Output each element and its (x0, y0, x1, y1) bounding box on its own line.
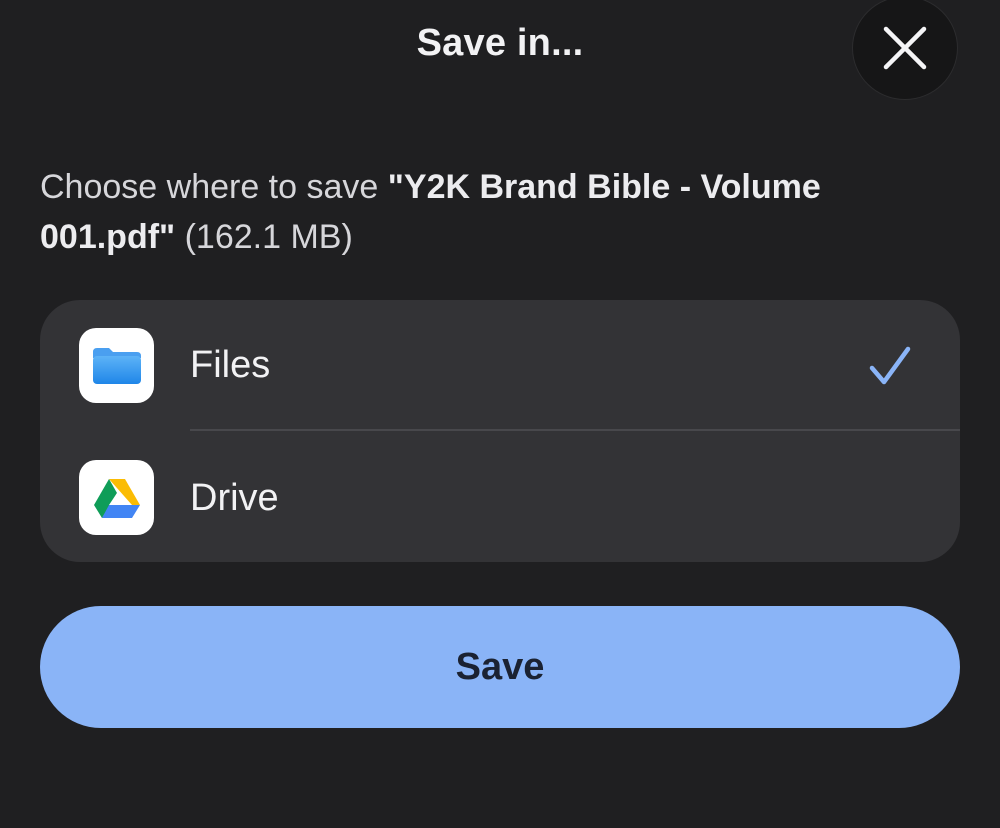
close-icon (883, 26, 927, 70)
file-size: (162.1 MB) (175, 218, 353, 256)
files-folder-icon (92, 347, 141, 384)
description-prefix: Choose where to save (40, 168, 388, 206)
option-files-label: Files (190, 344, 271, 386)
option-drive[interactable]: Drive (40, 431, 960, 562)
google-drive-icon (93, 478, 140, 518)
save-description: Choose where to save "Y2K Brand Bible - … (40, 162, 940, 262)
option-files[interactable]: Files (40, 300, 960, 431)
checkmark-icon (869, 346, 911, 385)
save-dialog: Save in... Choose where to save "Y2K Bra… (0, 0, 1000, 828)
files-app-icon (79, 328, 154, 403)
save-location-list: Files Drive (40, 300, 960, 562)
drive-app-icon (79, 460, 154, 535)
option-drive-label: Drive (190, 477, 279, 519)
dialog-title: Save in... (416, 22, 584, 64)
close-button[interactable] (852, 0, 958, 100)
save-button[interactable]: Save (40, 606, 960, 728)
